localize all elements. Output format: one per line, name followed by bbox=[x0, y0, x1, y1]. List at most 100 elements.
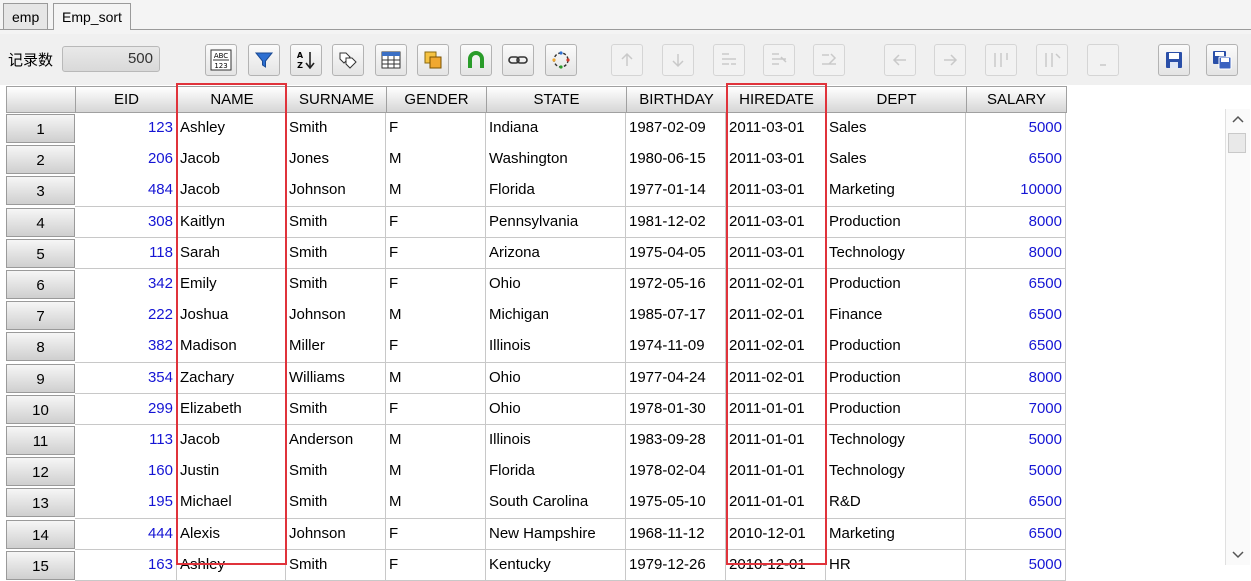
insert-col-button[interactable] bbox=[985, 44, 1017, 76]
cell-salary[interactable]: 5000 bbox=[966, 549, 1066, 581]
row-header[interactable]: 13 bbox=[6, 488, 75, 518]
row-header[interactable]: 6 bbox=[6, 270, 75, 299]
cell-eid[interactable]: 222 bbox=[75, 300, 177, 332]
cell-birthday[interactable]: 1983-09-28 bbox=[626, 425, 726, 457]
cell-birthday[interactable]: 1981-12-02 bbox=[626, 206, 726, 239]
row-header[interactable]: 8 bbox=[6, 332, 75, 362]
col-header-hiredate[interactable]: HIREDATE bbox=[726, 86, 827, 113]
cell-name[interactable]: Elizabeth bbox=[177, 393, 286, 426]
cell-state[interactable]: Ohio bbox=[486, 362, 626, 395]
cell-name[interactable]: Madison bbox=[177, 331, 286, 364]
cell-hiredate[interactable]: 2011-01-01 bbox=[726, 393, 826, 426]
cell-salary[interactable]: 6500 bbox=[966, 487, 1066, 520]
cell-name[interactable]: Alexis bbox=[177, 518, 286, 551]
cell-dept[interactable]: Production bbox=[826, 331, 966, 364]
cell-dept[interactable]: Technology bbox=[826, 237, 966, 270]
cell-eid[interactable]: 484 bbox=[75, 175, 177, 208]
col-header-dept[interactable]: DEPT bbox=[826, 86, 967, 113]
cell-birthday[interactable]: 1979-12-26 bbox=[626, 549, 726, 581]
copy-button[interactable] bbox=[417, 44, 449, 76]
move-left-button[interactable] bbox=[884, 44, 916, 76]
save-button[interactable] bbox=[1158, 44, 1190, 76]
move-right-button[interactable] bbox=[934, 44, 966, 76]
cell-dept[interactable]: Technology bbox=[826, 456, 966, 488]
cell-salary[interactable]: 6500 bbox=[966, 269, 1066, 301]
cell-dept[interactable]: Marketing bbox=[826, 175, 966, 208]
cell-name[interactable]: Kaitlyn bbox=[177, 206, 286, 239]
cell-birthday[interactable]: 1977-04-24 bbox=[626, 362, 726, 395]
cell-gender[interactable]: F bbox=[386, 549, 486, 581]
cell-hiredate[interactable]: 2011-03-01 bbox=[726, 175, 826, 208]
cell-gender[interactable]: F bbox=[386, 113, 486, 145]
cell-surname[interactable]: Jones bbox=[286, 144, 386, 176]
col-header-surname[interactable]: SURNAME bbox=[286, 86, 387, 113]
cell-surname[interactable]: Smith bbox=[286, 487, 386, 520]
cell-eid[interactable]: 342 bbox=[75, 269, 177, 301]
cell-hiredate[interactable]: 2011-02-01 bbox=[726, 269, 826, 301]
delete-col-button[interactable] bbox=[1036, 44, 1068, 76]
cell-state[interactable]: Washington bbox=[486, 144, 626, 176]
corner-header[interactable] bbox=[6, 86, 76, 113]
cell-salary[interactable]: 7000 bbox=[966, 393, 1066, 426]
cell-surname[interactable]: Smith bbox=[286, 549, 386, 581]
cell-name[interactable]: Zachary bbox=[177, 362, 286, 395]
cell-state[interactable]: Kentucky bbox=[486, 549, 626, 581]
cell-salary[interactable]: 5000 bbox=[966, 113, 1066, 145]
cell-dept[interactable]: Production bbox=[826, 269, 966, 301]
col-header-gender[interactable]: GENDER bbox=[386, 86, 487, 113]
cell-salary[interactable]: 10000 bbox=[966, 175, 1066, 208]
sort-button[interactable]: A Z bbox=[290, 44, 322, 76]
cell-hiredate[interactable]: 2011-03-01 bbox=[726, 206, 826, 239]
cell-eid[interactable]: 382 bbox=[75, 331, 177, 364]
row-header[interactable]: 2 bbox=[6, 145, 75, 175]
cell-hiredate[interactable]: 2011-02-01 bbox=[726, 362, 826, 395]
cell-birthday[interactable]: 1968-11-12 bbox=[626, 518, 726, 551]
row-header[interactable]: 9 bbox=[6, 363, 75, 393]
scroll-up-button[interactable] bbox=[1226, 109, 1250, 129]
col-header-eid[interactable]: EID bbox=[75, 86, 178, 113]
cell-state[interactable]: Indiana bbox=[486, 113, 626, 145]
cell-gender[interactable]: F bbox=[386, 206, 486, 239]
cell-name[interactable]: Jacob bbox=[177, 144, 286, 176]
cell-gender[interactable]: F bbox=[386, 269, 486, 301]
row-header[interactable]: 14 bbox=[6, 519, 75, 549]
cell-eid[interactable]: 118 bbox=[75, 237, 177, 270]
cell-birthday[interactable]: 1977-01-14 bbox=[626, 175, 726, 208]
cell-surname[interactable]: Smith bbox=[286, 206, 386, 239]
cell-surname[interactable]: Smith bbox=[286, 237, 386, 270]
scrollbar-thumb[interactable] bbox=[1228, 133, 1246, 153]
cell-hiredate[interactable]: 2011-01-01 bbox=[726, 487, 826, 520]
row-header[interactable]: 7 bbox=[6, 301, 75, 331]
save-as-button[interactable] bbox=[1206, 44, 1238, 76]
cell-hiredate[interactable]: 2011-01-01 bbox=[726, 425, 826, 457]
cell-state[interactable]: Illinois bbox=[486, 425, 626, 457]
cell-dept[interactable]: Sales bbox=[826, 113, 966, 145]
delete-row-button[interactable] bbox=[763, 44, 795, 76]
cell-state[interactable]: Arizona bbox=[486, 237, 626, 270]
col-header-name[interactable]: NAME bbox=[177, 86, 287, 113]
col-header-birthday[interactable]: BIRTHDAY bbox=[626, 86, 727, 113]
cell-dept[interactable]: Production bbox=[826, 362, 966, 395]
cell-eid[interactable]: 206 bbox=[75, 144, 177, 176]
cell-gender[interactable]: F bbox=[386, 393, 486, 426]
cell-name[interactable]: Joshua bbox=[177, 300, 286, 332]
cell-surname[interactable]: Williams bbox=[286, 362, 386, 395]
cell-gender[interactable]: M bbox=[386, 300, 486, 332]
cell-state[interactable]: Ohio bbox=[486, 269, 626, 301]
insert-row-button[interactable] bbox=[713, 44, 745, 76]
cell-salary[interactable]: 8000 bbox=[966, 362, 1066, 395]
cell-state[interactable]: Florida bbox=[486, 175, 626, 208]
cell-eid[interactable]: 354 bbox=[75, 362, 177, 395]
cell-salary[interactable]: 5000 bbox=[966, 456, 1066, 488]
cell-surname[interactable]: Johnson bbox=[286, 175, 386, 208]
cell-state[interactable]: Ohio bbox=[486, 393, 626, 426]
cell-birthday[interactable]: 1987-02-09 bbox=[626, 113, 726, 145]
cell-birthday[interactable]: 1978-02-04 bbox=[626, 456, 726, 488]
magnet-button[interactable] bbox=[460, 44, 492, 76]
cell-birthday[interactable]: 1980-06-15 bbox=[626, 144, 726, 176]
tab-emp-sort[interactable]: Emp_sort bbox=[53, 3, 131, 30]
cell-hiredate[interactable]: 2011-02-01 bbox=[726, 300, 826, 332]
cell-gender[interactable]: M bbox=[386, 362, 486, 395]
more-button[interactable] bbox=[1087, 44, 1119, 76]
cell-eid[interactable]: 163 bbox=[75, 549, 177, 581]
